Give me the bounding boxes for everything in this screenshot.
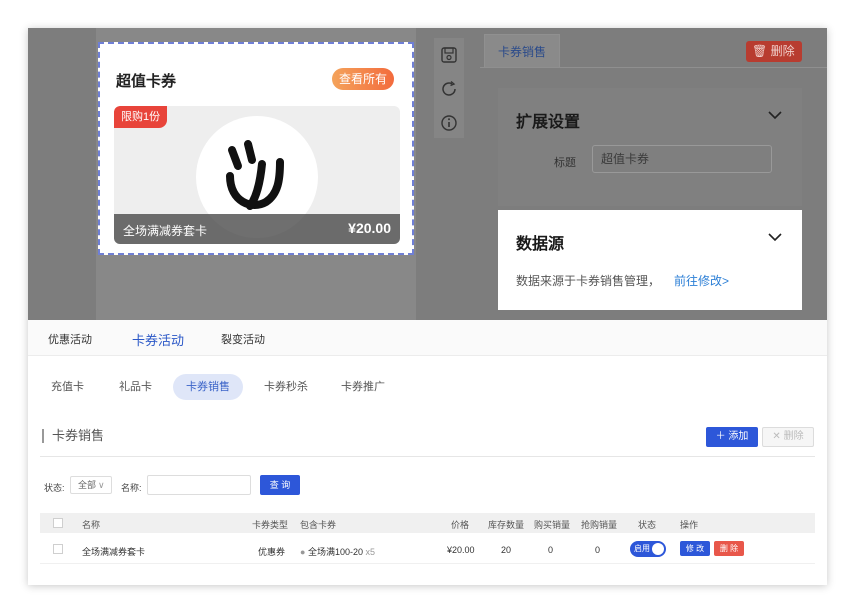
section-divider	[40, 456, 815, 457]
close-icon: ✕	[772, 431, 781, 442]
tab-discount-activity[interactable]: 优惠活动	[48, 331, 92, 347]
tab-divider	[480, 67, 827, 68]
edit-button[interactable]: 修 改	[680, 541, 710, 556]
name-filter-label: 名称:	[121, 483, 142, 493]
status-select[interactable]: 全部 ∨	[70, 476, 112, 494]
datasource-title: 数据源	[516, 236, 565, 253]
name-input[interactable]	[147, 475, 251, 495]
cell-includes: ● 全场满100-20 x5	[300, 545, 375, 558]
save-icon[interactable]	[440, 46, 458, 64]
col-name: 名称	[82, 520, 101, 530]
coupon-name: 全场满减券套卡	[123, 224, 208, 238]
delete-row-button[interactable]: 删 除	[714, 541, 744, 556]
bullet-icon: ●	[300, 547, 306, 557]
coupon-info-bar: 全场满减券套卡 ¥20.00	[114, 214, 400, 244]
coupon-price: ¥20.00	[348, 220, 391, 236]
col-price: 价格	[451, 520, 470, 530]
col-type: 卡券类型	[252, 520, 289, 530]
col-status: 状态	[638, 520, 657, 530]
widget-toolbar	[434, 38, 464, 138]
batch-delete-button[interactable]: ✕ 删除	[762, 427, 814, 447]
extension-settings-panel: 扩展设置 标题 超值卡券	[498, 88, 802, 206]
cell-price: ¥20.00	[447, 545, 475, 555]
tab-coupon-sale[interactable]: 卡券销售	[484, 34, 560, 68]
title-input[interactable]: 超值卡券	[592, 145, 772, 173]
brand-logo-icon	[226, 140, 284, 210]
col-stock: 库存数量	[488, 520, 525, 530]
view-all-button[interactable]: 查看所有	[331, 68, 394, 90]
main-tabs: 优惠活动 卡券活动 裂变活动	[28, 320, 827, 356]
sub-tabs: 充值卡 礼品卡 卡券销售 卡券秒杀 卡券推广	[28, 370, 827, 404]
refresh-icon[interactable]	[440, 80, 458, 98]
go-edit-link[interactable]: 前往修改>	[674, 274, 729, 288]
extension-settings-title: 扩展设置	[516, 114, 581, 131]
cell-flash: 0	[595, 545, 601, 555]
tab-coupon-activity[interactable]: 卡券活动	[132, 330, 184, 349]
table-row: 全场满减券套卡 优惠券 ● 全场满100-20 x5 ¥20.00 20 0 0…	[40, 536, 815, 564]
title-field-label: 标题	[554, 157, 576, 169]
subtab-gift-card[interactable]: 礼品卡	[106, 374, 165, 400]
app-frame: 超值卡券 查看所有 限购1份 全场满减券套卡 ¥20.00 卡券销售 🗑 删除 …	[28, 28, 827, 585]
datasource-description: 数据来源于卡券销售管理， 前往修改>	[516, 272, 729, 289]
cell-includes-name: 全场满100-20	[307, 547, 363, 557]
limit-tag: 限购1份	[114, 106, 168, 128]
status-toggle[interactable]: 启用	[630, 541, 666, 557]
coupon-card[interactable]: 限购1份 全场满减券套卡 ¥20.00	[114, 106, 400, 244]
col-actions: 操作	[680, 520, 699, 530]
cell-stock: 20	[501, 545, 512, 555]
chevron-down-icon: ∨	[98, 480, 105, 490]
col-includes: 包含卡券	[300, 520, 337, 530]
status-filter-label: 状态:	[44, 483, 65, 493]
preview-coupon-widget[interactable]: 超值卡券 查看所有 限购1份 全场满减券套卡 ¥20.00	[98, 42, 414, 255]
batch-delete-label: 删除	[783, 431, 804, 442]
table-header: 名称 卡券类型 包含卡券 价格 库存数量 购买销量 抢购销量 状态 操作	[40, 513, 815, 533]
subtab-coupon-flash[interactable]: 卡券秒杀	[251, 374, 321, 400]
datasource-panel: 数据源 数据来源于卡券销售管理， 前往修改>	[498, 210, 802, 310]
widget-title: 超值卡券	[116, 73, 177, 90]
chevron-down-icon[interactable]	[768, 232, 782, 242]
subtab-recharge-card[interactable]: 充值卡	[38, 374, 97, 400]
cell-bought: 0	[548, 545, 554, 555]
select-all-checkbox[interactable]	[53, 518, 63, 528]
col-bought: 购买销量	[534, 520, 571, 530]
subtab-coupon-sale[interactable]: 卡券销售	[173, 374, 243, 400]
status-select-value: 全部	[78, 480, 97, 490]
col-flash: 抢购销量	[581, 520, 618, 530]
info-icon[interactable]	[440, 114, 458, 132]
plus-icon: ＋	[715, 431, 726, 442]
datasource-text: 数据来源于卡券销售管理，	[516, 274, 661, 288]
query-button[interactable]: 查 询	[260, 475, 300, 495]
add-button[interactable]: ＋ 添加	[706, 427, 758, 447]
subtab-coupon-promo[interactable]: 卡券推广	[328, 374, 398, 400]
cell-name: 全场满减券套卡	[82, 547, 146, 557]
section-title: 卡券销售	[42, 429, 104, 443]
add-button-label: 添加	[728, 431, 749, 442]
row-checkbox[interactable]	[53, 544, 63, 554]
delete-widget-button[interactable]: 🗑 删除	[746, 41, 802, 62]
cell-type: 优惠券	[258, 547, 286, 557]
page-editor: 超值卡券 查看所有 限购1份 全场满减券套卡 ¥20.00 卡券销售 🗑 删除 …	[28, 28, 827, 320]
cell-includes-count: x5	[365, 547, 376, 557]
delete-widget-label: 删除	[770, 44, 795, 58]
status-toggle-label: 启用	[634, 544, 650, 553]
chevron-down-icon[interactable]	[768, 110, 782, 120]
toggle-knob	[652, 543, 664, 555]
trash-icon: 🗑	[752, 44, 768, 58]
tab-fission-activity[interactable]: 裂变活动	[221, 331, 265, 347]
